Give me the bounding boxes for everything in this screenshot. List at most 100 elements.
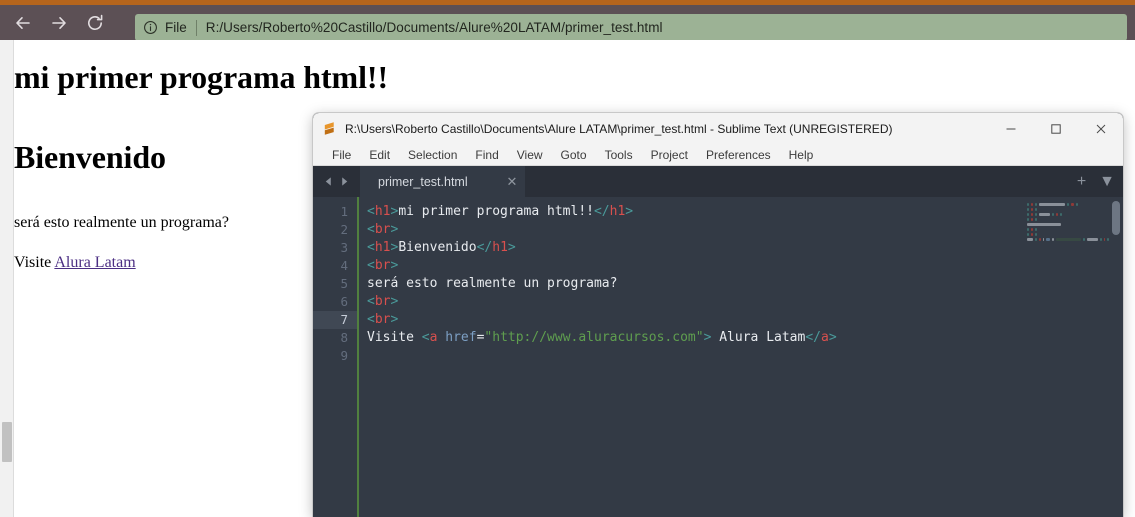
menu-item-view[interactable]: View bbox=[508, 146, 552, 164]
editor-tab[interactable]: primer_test.html ✕ bbox=[360, 166, 525, 197]
tab-close-icon[interactable]: ✕ bbox=[499, 174, 525, 190]
minimap-segment bbox=[1027, 203, 1029, 206]
address-bar[interactable]: File R:/Users/Roberto%20Castillo/Documen… bbox=[135, 14, 1127, 41]
menu-item-goto[interactable]: Goto bbox=[552, 146, 596, 164]
code-token-tag: h1 bbox=[374, 204, 391, 219]
gutter-line-number: 9 bbox=[340, 348, 348, 363]
menu-item-edit[interactable]: Edit bbox=[360, 146, 399, 164]
code-token-punc: > bbox=[390, 294, 399, 309]
minimap-line bbox=[1027, 203, 1109, 206]
minimap-segment bbox=[1035, 213, 1038, 216]
minimap-segment bbox=[1039, 203, 1066, 206]
minimap-segment bbox=[1035, 203, 1038, 206]
page-heading-1: mi primer programa html!! bbox=[14, 59, 389, 95]
back-icon[interactable] bbox=[12, 12, 34, 34]
code-line: <br> bbox=[367, 293, 1123, 311]
editor-tab-label: primer_test.html bbox=[378, 174, 468, 189]
minimap-segment bbox=[1103, 238, 1106, 241]
minimap-segment bbox=[1075, 203, 1078, 206]
code-token-punc: < bbox=[367, 204, 375, 219]
minimap-line bbox=[1027, 208, 1109, 211]
code-token-punc: < bbox=[367, 222, 375, 237]
code-token-punc: > bbox=[390, 312, 399, 327]
screen: File R:/Users/Roberto%20Castillo/Documen… bbox=[0, 0, 1135, 517]
browser-nav-buttons bbox=[0, 12, 106, 34]
menu-item-project[interactable]: Project bbox=[642, 146, 697, 164]
minimap-segment bbox=[1086, 238, 1098, 241]
page-scrollbar-thumb[interactable] bbox=[2, 422, 12, 462]
sublime-editor: 123456789 <h1>mi primer programa html!!<… bbox=[313, 197, 1123, 517]
tab-menu-icon[interactable]: ▼ bbox=[1099, 173, 1115, 190]
minimap-line bbox=[1027, 228, 1109, 231]
menu-item-preferences[interactable]: Preferences bbox=[697, 146, 780, 164]
code-token-text: mi primer programa html!! bbox=[398, 204, 594, 219]
menu-item-tools[interactable]: Tools bbox=[596, 146, 642, 164]
minimap-segment bbox=[1046, 238, 1051, 241]
minimap-segment bbox=[1035, 208, 1038, 211]
info-circle-icon bbox=[143, 20, 159, 36]
gutter-line-number: 6 bbox=[340, 294, 348, 309]
menu-item-find[interactable]: Find bbox=[466, 146, 507, 164]
maximize-icon[interactable] bbox=[1033, 113, 1078, 144]
editor-scrollbar[interactable] bbox=[1109, 197, 1123, 517]
minimap-segment bbox=[1067, 203, 1070, 206]
code-token-punc: </ bbox=[476, 240, 493, 255]
editor-scrollbar-thumb[interactable] bbox=[1112, 201, 1120, 235]
new-tab-icon[interactable]: + bbox=[1077, 173, 1086, 190]
minimap-segment bbox=[1027, 233, 1029, 236]
sublime-text-window: R:\Users\Roberto Castillo\Documents\Alur… bbox=[313, 113, 1123, 517]
minimap-segment bbox=[1031, 213, 1034, 216]
menu-item-selection[interactable]: Selection bbox=[399, 146, 466, 164]
minimap-segment bbox=[1055, 213, 1058, 216]
code-token-tag: h1 bbox=[374, 240, 391, 255]
code-token-punc: > bbox=[390, 258, 399, 273]
code-line: <h1>Bienvenido</h1> bbox=[367, 239, 1123, 257]
alura-latam-link[interactable]: Alura Latam bbox=[54, 254, 135, 271]
minimap-segment bbox=[1039, 238, 1041, 241]
gutter-line-number: 5 bbox=[340, 276, 348, 291]
minimap-segment bbox=[1031, 208, 1034, 211]
tab-next-icon bbox=[342, 177, 348, 186]
url-text: R:/Users/Roberto%20Castillo/Documents/Al… bbox=[205, 20, 663, 35]
code-token-punc: < bbox=[367, 294, 375, 309]
code-token-tag: a bbox=[820, 330, 829, 345]
minimap-segment bbox=[1035, 233, 1038, 236]
code-line: <br> bbox=[367, 221, 1123, 239]
editor-code-area[interactable]: <h1>mi primer programa html!!</h1> <br> <h… bbox=[357, 197, 1123, 517]
minimap-line bbox=[1027, 213, 1109, 216]
close-icon[interactable] bbox=[1078, 113, 1123, 144]
code-token-tag: br bbox=[374, 258, 391, 273]
sublime-tab-bar: primer_test.html ✕ + ▼ bbox=[313, 166, 1123, 197]
minimap-segment bbox=[1027, 218, 1029, 221]
forward-icon[interactable] bbox=[48, 12, 70, 34]
code-line: será esto realmente un programa? bbox=[367, 275, 1123, 293]
code-token-text: Bienvenido bbox=[398, 240, 477, 255]
code-token-tag: br bbox=[374, 312, 391, 327]
sublime-title-text: R:\Users\Roberto Castillo\Documents\Alur… bbox=[345, 121, 893, 136]
menu-item-help[interactable]: Help bbox=[780, 146, 823, 164]
code-token-punc: > bbox=[390, 222, 399, 237]
editor-code-text: <h1>mi primer programa html!!</h1> <br> <h… bbox=[357, 197, 1123, 365]
minimap-segment bbox=[1031, 233, 1034, 236]
omnibox-divider bbox=[195, 19, 197, 36]
tab-nav-arrows[interactable] bbox=[313, 166, 360, 197]
sublime-title-bar[interactable]: R:\Users\Roberto Castillo\Documents\Alur… bbox=[313, 113, 1123, 144]
code-token-punc: > bbox=[828, 330, 837, 345]
gutter-line-number: 1 bbox=[340, 204, 348, 219]
menu-item-file[interactable]: File bbox=[323, 146, 360, 164]
sublime-text-icon bbox=[322, 121, 337, 136]
code-token-tag: h1 bbox=[609, 204, 626, 219]
minimize-icon[interactable] bbox=[988, 113, 1033, 144]
minimap-line bbox=[1027, 243, 1109, 246]
reload-icon[interactable] bbox=[84, 12, 106, 34]
minimap-segment bbox=[1055, 238, 1082, 241]
code-line: <h1>mi primer programa html!!</h1> bbox=[367, 203, 1123, 221]
minimap-line bbox=[1027, 233, 1109, 236]
code-token-str: "http://www.aluracursos.com" bbox=[484, 330, 704, 345]
tab-bar-actions: + ▼ bbox=[1077, 166, 1115, 197]
page-scrollbar[interactable] bbox=[0, 40, 14, 517]
code-token-text: Alura Latam bbox=[711, 330, 806, 345]
editor-minimap[interactable] bbox=[1021, 197, 1109, 517]
code-token-punc: < bbox=[367, 258, 375, 273]
